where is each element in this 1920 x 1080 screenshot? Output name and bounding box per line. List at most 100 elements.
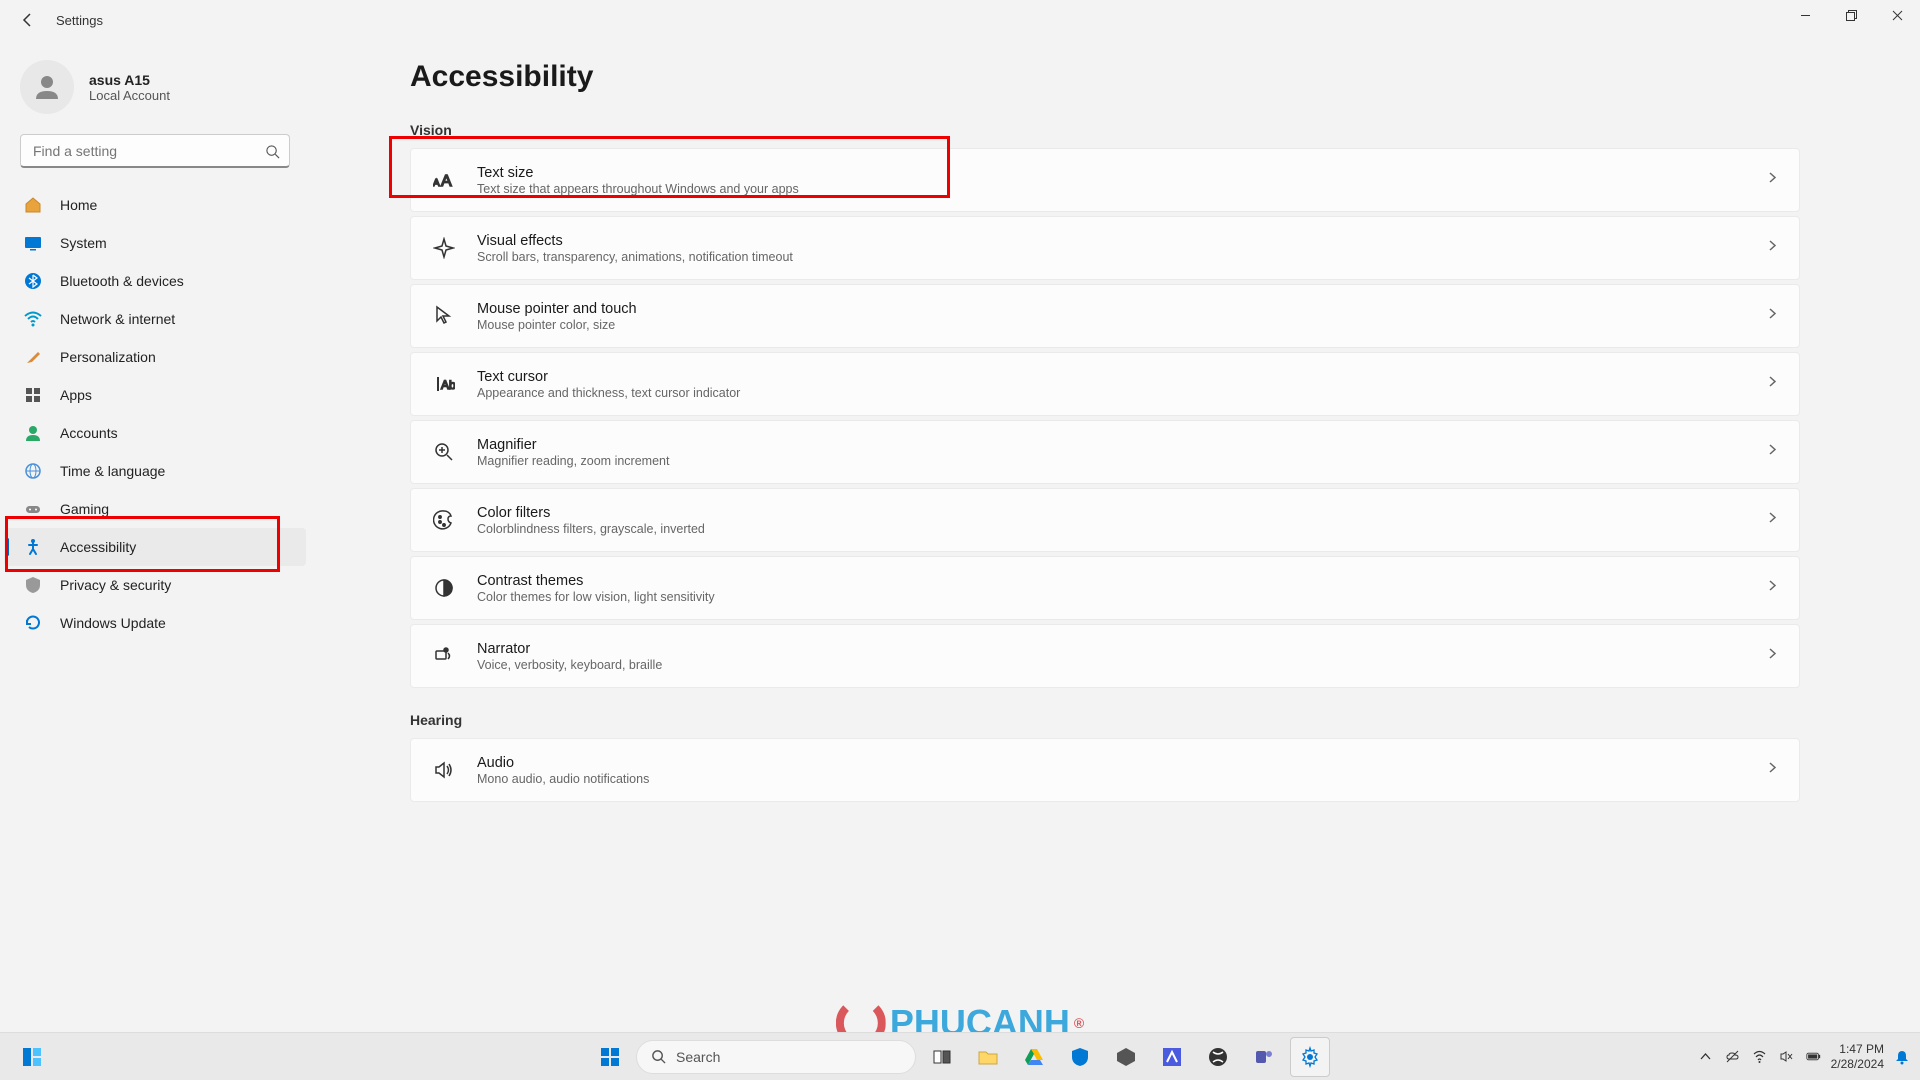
account-block[interactable]: asus A15 Local Account xyxy=(0,50,310,134)
card-desc: Appearance and thickness, text cursor in… xyxy=(477,386,1766,400)
card-title: Contrast themes xyxy=(477,573,1766,589)
account-name: asus A15 xyxy=(89,72,170,88)
sidebar-item-label: Gaming xyxy=(60,501,109,517)
card-narrator[interactable]: NarratorVoice, verbosity, keyboard, brai… xyxy=(410,624,1800,688)
taskbar-app-explorer[interactable] xyxy=(968,1037,1008,1077)
taskbar-app-security[interactable] xyxy=(1060,1037,1100,1077)
svg-text:Ab: Ab xyxy=(441,378,455,392)
taskbar-app-teams[interactable] xyxy=(1244,1037,1284,1077)
widgets-button[interactable] xyxy=(12,1037,52,1077)
wifi-icon xyxy=(1752,1049,1767,1064)
taskbar-app-taskview[interactable] xyxy=(922,1037,962,1077)
chevron-right-icon xyxy=(1766,171,1779,189)
card-audio[interactable]: AudioMono audio, audio notifications xyxy=(410,738,1800,802)
system-icon xyxy=(24,234,42,252)
cursor-icon xyxy=(431,303,457,329)
card-title: Text size xyxy=(477,165,1766,181)
card-title: Mouse pointer and touch xyxy=(477,301,1766,317)
taskbar-app-settings[interactable] xyxy=(1290,1037,1330,1077)
taskbar-app-xbox[interactable] xyxy=(1198,1037,1238,1077)
sidebar-item-system[interactable]: System xyxy=(0,224,310,262)
sidebar-item-label: Network & internet xyxy=(60,311,175,327)
titlebar: Settings xyxy=(0,0,1920,40)
taskbar-date: 2/28/2024 xyxy=(1831,1057,1884,1071)
sidebar-item-accessibility[interactable]: Accessibility xyxy=(4,528,306,566)
sidebar-item-label: Home xyxy=(60,197,97,213)
taskbar: Search 1:47 PM 2/28/2024 xyxy=(0,1032,1920,1080)
minimize-button[interactable] xyxy=(1782,0,1828,30)
sidebar-item-update[interactable]: Windows Update xyxy=(0,604,310,642)
sidebar-item-label: Windows Update xyxy=(60,615,166,631)
taskbar-app-armoury[interactable] xyxy=(1152,1037,1192,1077)
sidebar-item-personalization[interactable]: Personalization xyxy=(0,338,310,376)
start-button[interactable] xyxy=(590,1037,630,1077)
bluetooth-icon xyxy=(24,272,42,290)
card-title: Text cursor xyxy=(477,369,1766,385)
card-text-cursor[interactable]: Ab Text cursorAppearance and thickness, … xyxy=(410,352,1800,416)
narrator-icon xyxy=(431,643,457,669)
avatar-icon xyxy=(20,60,74,114)
chevron-right-icon xyxy=(1766,761,1779,779)
card-contrast-themes[interactable]: Contrast themesColor themes for low visi… xyxy=(410,556,1800,620)
system-tray[interactable] xyxy=(1698,1049,1821,1064)
brush-icon xyxy=(24,348,42,366)
chevron-right-icon xyxy=(1766,647,1779,665)
taskbar-app-drive[interactable] xyxy=(1014,1037,1054,1077)
shield-icon xyxy=(24,576,42,594)
textcursor-icon: Ab xyxy=(431,371,457,397)
sidebar-item-apps[interactable]: Apps xyxy=(0,376,310,414)
taskbar-clock[interactable]: 1:47 PM 2/28/2024 xyxy=(1831,1042,1884,1071)
card-desc: Mono audio, audio notifications xyxy=(477,772,1766,786)
wifi-icon xyxy=(24,310,42,328)
card-color-filters[interactable]: Color filtersColorblindness filters, gra… xyxy=(410,488,1800,552)
sidebar-item-label: System xyxy=(60,235,107,251)
sidebar-item-time-language[interactable]: Time & language xyxy=(0,452,310,490)
card-desc: Magnifier reading, zoom increment xyxy=(477,454,1766,468)
close-button[interactable] xyxy=(1874,0,1920,30)
card-text-size[interactable]: AA Text sizeText size that appears throu… xyxy=(410,148,1800,212)
sidebar-item-label: Privacy & security xyxy=(60,577,171,593)
contrast-icon xyxy=(431,575,457,601)
main-content: Accessibility Vision AA Text sizeText si… xyxy=(310,40,1920,1032)
battery-icon xyxy=(1806,1049,1821,1064)
chevron-right-icon xyxy=(1766,307,1779,325)
sidebar: asus A15 Local Account Home System Bluet… xyxy=(0,40,310,1032)
sparkle-icon xyxy=(431,235,457,261)
sidebar-item-accounts[interactable]: Accounts xyxy=(0,414,310,452)
sidebar-item-label: Apps xyxy=(60,387,92,403)
chevron-right-icon xyxy=(1766,579,1779,597)
nav-list: Home System Bluetooth & devices Network … xyxy=(0,186,310,642)
maximize-button[interactable] xyxy=(1828,0,1874,30)
taskbar-app-generic[interactable] xyxy=(1106,1037,1146,1077)
sidebar-item-privacy[interactable]: Privacy & security xyxy=(0,566,310,604)
search-input[interactable] xyxy=(20,134,290,168)
person-icon xyxy=(24,424,42,442)
sidebar-item-home[interactable]: Home xyxy=(0,186,310,224)
sidebar-item-label: Bluetooth & devices xyxy=(60,273,184,289)
magnifier-icon xyxy=(431,439,457,465)
card-title: Audio xyxy=(477,755,1766,771)
chevron-right-icon xyxy=(1766,511,1779,529)
back-button[interactable] xyxy=(8,0,48,40)
card-magnifier[interactable]: MagnifierMagnifier reading, zoom increme… xyxy=(410,420,1800,484)
chevron-right-icon xyxy=(1766,239,1779,257)
taskbar-search[interactable]: Search xyxy=(636,1040,916,1074)
card-visual-effects[interactable]: Visual effectsScroll bars, transparency,… xyxy=(410,216,1800,280)
card-title: Visual effects xyxy=(477,233,1766,249)
notifications-icon[interactable] xyxy=(1894,1049,1910,1065)
speaker-icon xyxy=(431,757,457,783)
svg-text:A: A xyxy=(441,173,452,190)
svg-text:A: A xyxy=(433,178,440,189)
card-desc: Scroll bars, transparency, animations, n… xyxy=(477,250,1766,264)
window-controls xyxy=(1782,0,1920,30)
sidebar-item-gaming[interactable]: Gaming xyxy=(0,490,310,528)
clock-globe-icon xyxy=(24,462,42,480)
card-title: Narrator xyxy=(477,641,1766,657)
search-icon[interactable] xyxy=(260,139,284,163)
textsize-icon: AA xyxy=(431,167,457,193)
sidebar-item-bluetooth[interactable]: Bluetooth & devices xyxy=(0,262,310,300)
card-mouse-pointer[interactable]: Mouse pointer and touchMouse pointer col… xyxy=(410,284,1800,348)
chevron-right-icon xyxy=(1766,375,1779,393)
card-title: Magnifier xyxy=(477,437,1766,453)
sidebar-item-network[interactable]: Network & internet xyxy=(0,300,310,338)
